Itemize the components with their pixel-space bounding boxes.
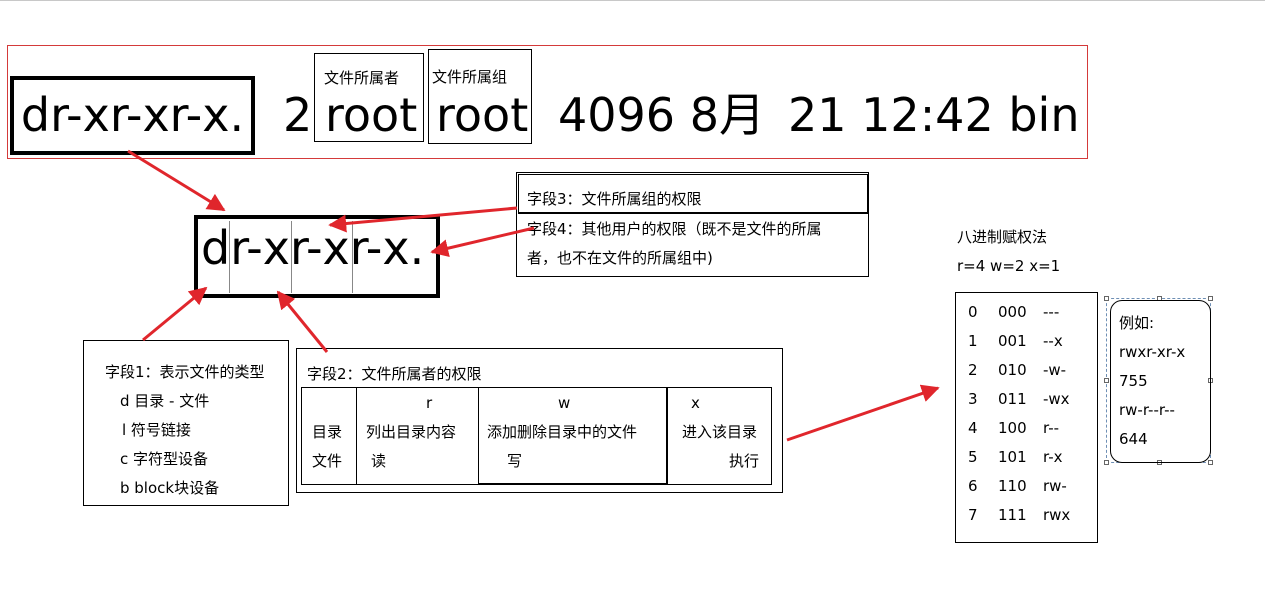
arrow-top-to-middle: [127, 149, 226, 212]
arrow-field1: [142, 286, 208, 342]
arrow-field3: [328, 206, 518, 233]
arrow-field2: [276, 290, 329, 353]
arrows-layer: [127, 149, 940, 442]
arrow-to-octal: [786, 384, 940, 442]
arrow-field4: [430, 226, 535, 258]
